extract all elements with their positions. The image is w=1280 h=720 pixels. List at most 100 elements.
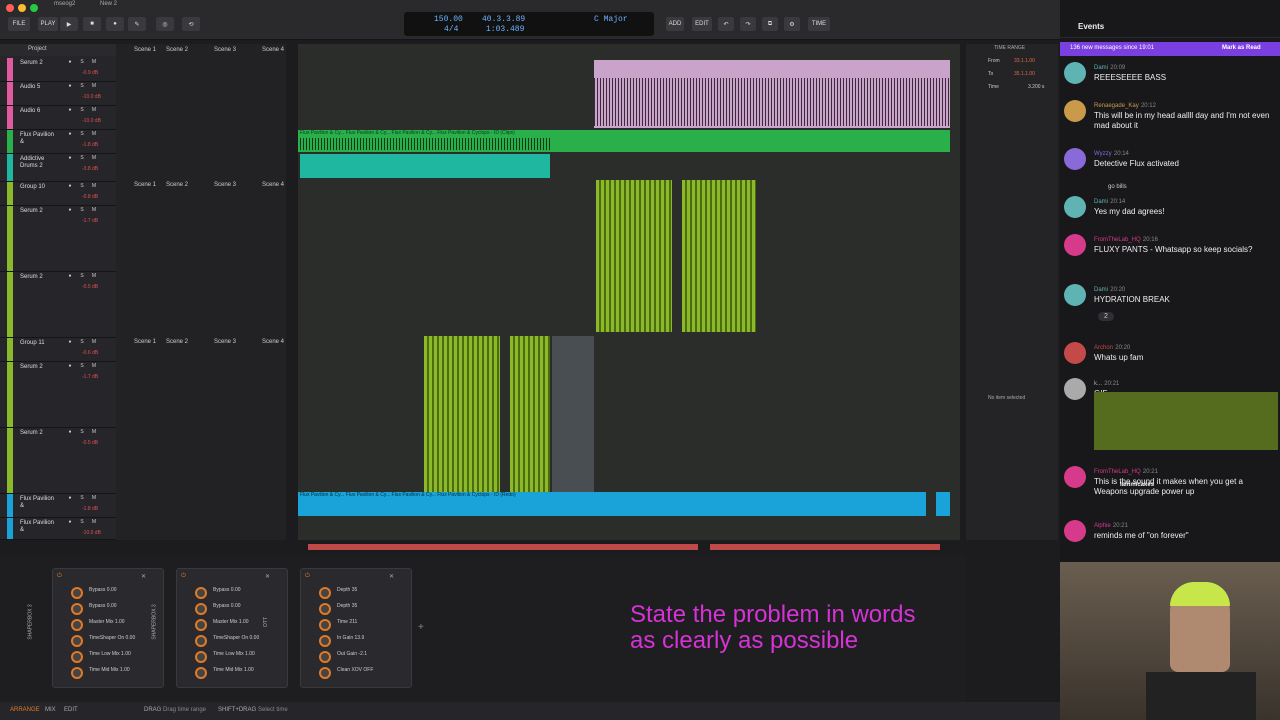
track-volume[interactable]: -10.0 dB [82,530,101,536]
chat-username[interactable]: Dami [1094,65,1108,71]
track-volume[interactable]: -0.5 dB [82,440,98,446]
add-device-icon[interactable]: + [418,622,424,633]
param-knob[interactable] [319,635,331,647]
midi-clip-d[interactable] [510,336,550,492]
device-close-icon[interactable]: ✕ [389,573,394,580]
param-knob[interactable] [71,603,83,615]
track-row[interactable]: Serum 2 ● S M -1.7 dB [0,362,116,428]
arranger-timeline[interactable]: Flux Pavilion & Cy... Flux Pavilion & Cy… [298,44,960,550]
record-icon[interactable]: ● [106,17,124,31]
track-row[interactable]: Audio 6 ● S M -10.0 dB [0,106,116,130]
solo-button[interactable]: S [78,339,86,346]
redo-icon[interactable]: ↷ [740,17,756,31]
key-display[interactable]: C Major [594,15,628,24]
chat-username[interactable]: Dami [1094,287,1108,293]
record-arm-icon[interactable]: ● [66,83,74,90]
param-knob[interactable] [319,587,331,599]
track-volume[interactable]: -0.6 dB [82,350,98,356]
group10-scene-1[interactable]: Scene 1 [134,182,156,188]
gif-image[interactable] [1094,392,1278,450]
chat-username[interactable]: Archon [1094,345,1113,351]
scene-4-label[interactable]: Scene 4 [262,47,284,53]
automation-icon[interactable]: ✎ [128,17,146,31]
param-knob[interactable] [319,603,331,615]
solo-button[interactable]: S [78,519,86,526]
stop-icon[interactable]: ■ [83,17,101,31]
audio-clip-cyan[interactable]: Flux Pavilion & Cy... Flux Pavilion & Cy… [298,492,926,516]
device-card[interactable]: SHAPERBOX 3 ⏻ ✕ Bypass 0.00 Bypass 0.00 Maste… [152,568,288,688]
chat-avatar[interactable] [1064,62,1086,84]
param-knob[interactable] [71,635,83,647]
track-name[interactable]: Flux Pavilion & [20,132,58,146]
chat-avatar[interactable] [1064,342,1086,364]
chat-avatar[interactable] [1064,148,1086,170]
group10-scene-3[interactable]: Scene 3 [214,182,236,188]
new-messages-banner[interactable]: 136 new messages since 19:01 Mark as Rea… [1060,42,1280,56]
group11-scene-1[interactable]: Scene 1 [134,339,156,345]
track-name[interactable]: Serum 2 [20,60,58,67]
track-name[interactable]: Addictive Drums 2 [20,156,58,170]
mute-button[interactable]: M [90,429,98,436]
track-volume[interactable]: -1.7 dB [82,374,98,380]
track-volume[interactable]: -3.8 dB [82,166,98,172]
track-row[interactable]: Audio 5 ● S M -10.0 dB [0,82,116,106]
record-arm-icon[interactable]: ● [66,429,74,436]
device-power-icon[interactable]: ⏻ [181,573,186,580]
solo-button[interactable]: S [78,363,86,370]
track-row[interactable]: Flux Pavilion & ● S M -10.0 dB [0,518,116,540]
mute-button[interactable]: M [90,495,98,502]
track-volume[interactable]: -0.8 dB [82,194,98,200]
chat-username[interactable]: Renaegade_Kay [1094,103,1139,109]
maximize-window-icon[interactable] [30,4,38,12]
time-menu-button[interactable]: TIME [808,17,830,31]
record-arm-icon[interactable]: ● [66,363,74,370]
track-row[interactable]: Serum 2 ● S M -0.5 dB [0,428,116,494]
chat-username[interactable]: Alphie [1094,523,1111,529]
record-arm-icon[interactable]: ● [66,273,74,280]
param-knob[interactable] [319,667,331,679]
time-range-selection[interactable] [552,336,594,492]
solo-button[interactable]: S [78,83,86,90]
mark-read-button[interactable]: Mark as Read [1222,45,1261,51]
overview-bar[interactable] [308,544,698,550]
chat-avatar[interactable] [1064,284,1086,306]
chat-avatar[interactable] [1064,378,1086,400]
track-volume[interactable]: -1.8 dB [82,506,98,512]
solo-button[interactable]: S [78,429,86,436]
param-knob[interactable] [71,667,83,679]
param-knob[interactable] [195,651,207,663]
solo-button[interactable]: S [78,207,86,214]
overview-bar-2[interactable] [710,544,940,550]
add-menu-button[interactable]: ADD [666,17,684,31]
midi-clip-c[interactable] [424,336,500,492]
chat-username[interactable]: FromTheLab_HQ [1094,237,1141,243]
chat-avatar[interactable] [1064,520,1086,542]
param-knob[interactable] [195,603,207,615]
record-arm-icon[interactable]: ● [66,131,74,138]
param-knob[interactable] [195,619,207,631]
chat-username[interactable]: Dami [1094,199,1108,205]
track-name[interactable]: Serum 2 [20,208,58,215]
record-arm-icon[interactable]: ● [66,339,74,346]
settings-icon[interactable]: ⚙ [784,17,800,31]
chat-avatar[interactable] [1064,196,1086,218]
time-signature[interactable]: 4/4 [444,25,458,34]
record-arm-icon[interactable]: ● [66,207,74,214]
track-row[interactable]: Flux Pavilion & ● S M -1.8 dB [0,130,116,154]
mute-button[interactable]: M [90,83,98,90]
project-tab[interactable]: mseog2 [54,1,75,7]
param-knob[interactable] [195,667,207,679]
reply-username[interactable]: lammicakes [1120,482,1154,488]
time-value[interactable]: 3.200 s [1028,84,1044,90]
record-arm-icon[interactable]: ● [66,59,74,66]
track-volume[interactable]: -1.7 dB [82,218,98,224]
from-value[interactable]: 33.1.1.00 [1014,58,1035,64]
track-name[interactable]: Audio 5 [20,84,58,91]
group10-scene-2[interactable]: Scene 2 [166,182,188,188]
audio-clip-cyan-end[interactable] [936,492,950,516]
play-icon[interactable]: ▶ [60,17,78,31]
mute-button[interactable]: M [90,131,98,138]
track-volume[interactable]: -0.9 dB [82,70,98,76]
mute-button[interactable]: M [90,155,98,162]
track-name[interactable]: Serum 2 [20,364,58,371]
